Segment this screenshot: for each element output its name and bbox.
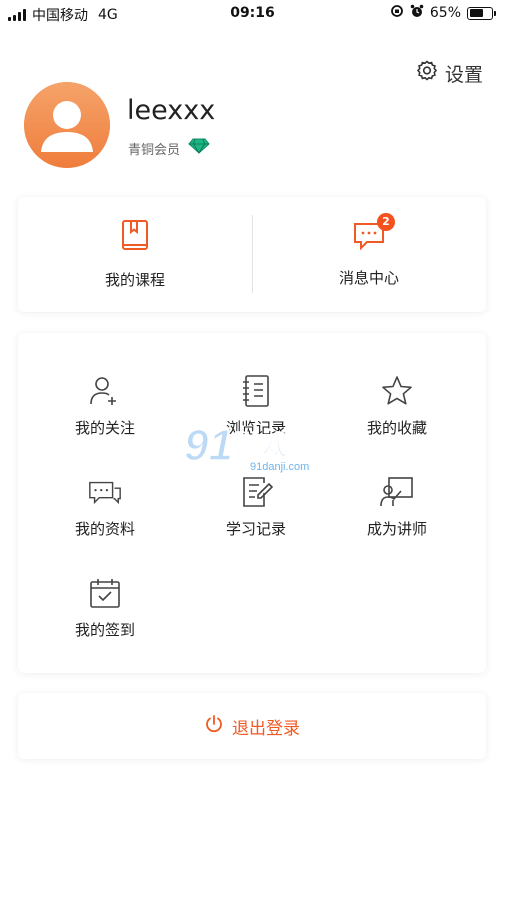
message-center-button[interactable]: 2 消息中心 xyxy=(252,197,486,312)
logout-button[interactable]: 退出登录 xyxy=(18,693,486,759)
notebook-icon xyxy=(238,373,274,409)
member-level: 青铜会员 xyxy=(128,138,210,158)
member-level-label: 青铜会员 xyxy=(128,142,181,158)
star-icon xyxy=(379,373,415,409)
my-courses-button[interactable]: 我的课程 xyxy=(18,197,252,312)
study-record-button[interactable]: 学习记录 xyxy=(178,474,334,564)
settings-button[interactable]: 设置 xyxy=(415,59,483,88)
settings-label: 设置 xyxy=(444,64,483,86)
my-materials-button[interactable]: 我的资料 xyxy=(27,474,183,564)
rotation-lock-icon xyxy=(390,4,404,22)
alarm-icon xyxy=(410,4,424,22)
diamond-icon xyxy=(188,138,210,158)
message-bubble-icon: 2 xyxy=(352,213,395,255)
my-favorites-button[interactable]: 我的收藏 xyxy=(319,373,475,463)
become-teacher-button[interactable]: 成为讲师 xyxy=(319,474,475,564)
my-follows-label: 我的关注 xyxy=(74,419,135,437)
become-teacher-label: 成为讲师 xyxy=(366,520,427,538)
battery-percent: 65% xyxy=(429,5,461,21)
logout-card: 退出登录 xyxy=(18,693,486,759)
my-courses-label: 我的课程 xyxy=(104,271,165,289)
bookmark-book-icon xyxy=(120,219,150,257)
quick-links-card: 我的课程 2 消息中心 xyxy=(18,197,486,312)
message-count-badge: 2 xyxy=(377,213,395,231)
avatar[interactable] xyxy=(24,82,110,168)
user-add-icon xyxy=(87,373,123,409)
username: leexxx xyxy=(127,95,216,126)
calendar-check-icon xyxy=(87,575,123,611)
my-materials-label: 我的资料 xyxy=(74,520,135,538)
browse-history-button[interactable]: 浏览记录 xyxy=(178,373,334,463)
my-checkin-label: 我的签到 xyxy=(74,621,135,639)
menu-grid-card: 我的关注 浏览记录 我的收藏 我的资料 学习记录 成为讲师 我的签到 xyxy=(18,333,486,673)
my-follows-button[interactable]: 我的关注 xyxy=(27,373,183,463)
status-bar: 中国移动 4G 09:16 65% xyxy=(0,0,505,28)
teacher-board-icon xyxy=(379,474,415,510)
battery-icon xyxy=(467,6,496,20)
my-checkin-button[interactable]: 我的签到 xyxy=(27,575,183,665)
message-center-label: 消息中心 xyxy=(338,269,399,287)
power-icon xyxy=(204,714,224,739)
chat-icon xyxy=(87,474,123,510)
study-record-label: 学习记录 xyxy=(225,520,286,538)
browse-history-label: 浏览记录 xyxy=(225,419,286,437)
gear-icon xyxy=(415,59,439,88)
logout-label: 退出登录 xyxy=(232,718,300,739)
my-favorites-label: 我的收藏 xyxy=(366,419,427,437)
document-edit-icon xyxy=(238,474,274,510)
